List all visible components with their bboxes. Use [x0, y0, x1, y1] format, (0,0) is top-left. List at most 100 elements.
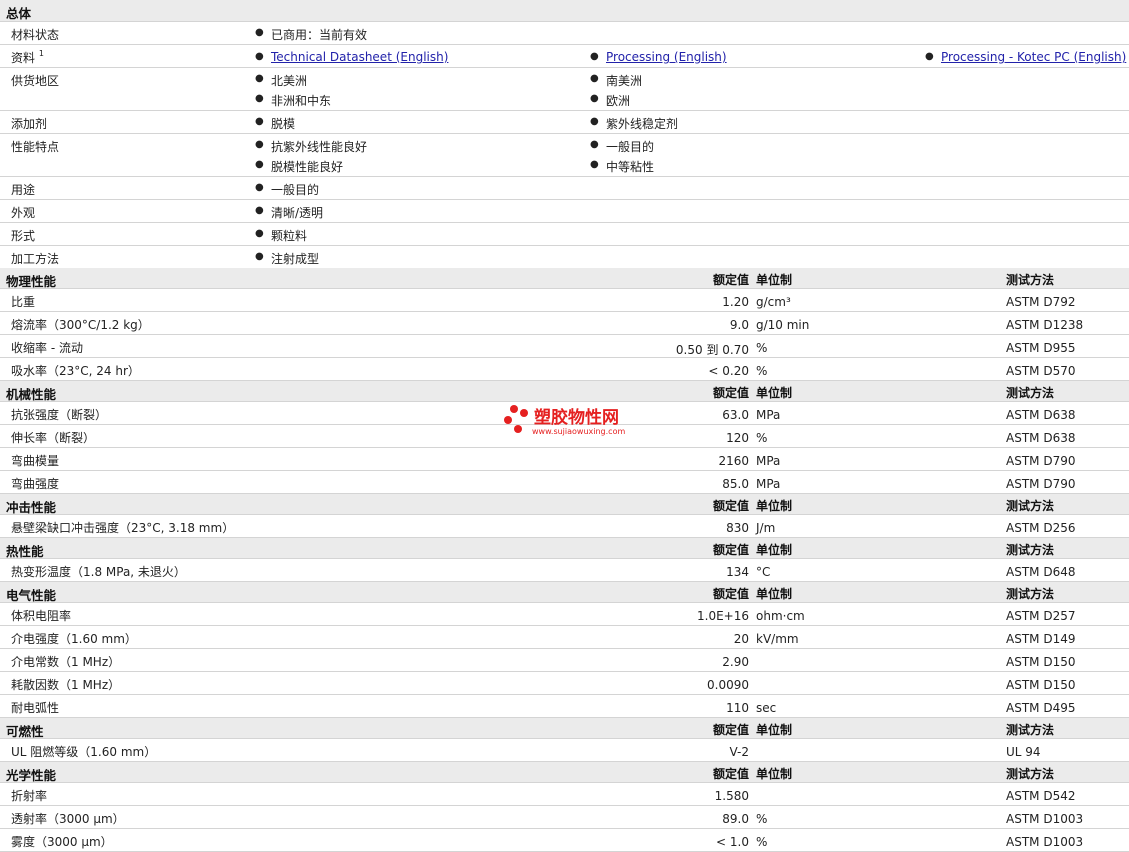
column-header-unit: 单位制 — [756, 587, 793, 601]
property-name: 比重 — [11, 295, 36, 309]
bullet-icon: ● — [590, 51, 599, 62]
property-unit: °C — [756, 565, 771, 579]
column-header-method: 测试方法 — [1006, 543, 1055, 557]
property-name: 熔流率（300°C/1.2 kg） — [11, 318, 150, 332]
property-value: 63.0 — [722, 408, 749, 422]
test-method: ASTM D495 — [1006, 701, 1076, 715]
property-name: 热变形温度（1.8 MPa, 未退火） — [11, 565, 186, 579]
column-header-value: 额定值 — [712, 587, 749, 601]
list-item: ● 颗粒料 — [255, 228, 308, 243]
column-header-unit: 单位制 — [756, 499, 793, 513]
property-name: 收缩率 - 流动 — [11, 341, 83, 355]
property-unit: % — [756, 835, 768, 849]
appearance-label: 外观 — [11, 206, 36, 220]
appearance-row: 外观 ● 清晰/透明 — [0, 200, 1129, 223]
property-value: 85.0 — [722, 477, 749, 491]
property-name: 吸水率（23°C, 24 hr） — [11, 364, 140, 378]
column-header-method: 测试方法 — [1006, 273, 1055, 287]
table-row: 弯曲模量 2160 MPa ASTM D790 — [0, 448, 1129, 471]
list-item: ● 清晰/透明 — [255, 205, 324, 220]
property-unit: MPa — [756, 454, 781, 468]
property-name: 耐电弧性 — [11, 701, 60, 715]
section-header: 机械性能 额定值 单位制 测试方法 — [0, 381, 1129, 402]
property-unit: % — [756, 364, 768, 378]
table-row: 热变形温度（1.8 MPa, 未退火） 134 °C ASTM D648 — [0, 559, 1129, 582]
property-value: 20 — [733, 632, 749, 646]
test-method: ASTM D150 — [1006, 655, 1076, 669]
table-row: 吸水率（23°C, 24 hr） < 0.20% ASTM D570 — [0, 358, 1129, 381]
property-value: 2160 — [718, 454, 749, 468]
bullet-icon: ● — [255, 51, 264, 62]
bullet-icon: ● — [255, 159, 264, 170]
status-row: 材料状态 ● 已商用：当前有效 — [0, 22, 1129, 45]
property-name: 悬壁梁缺口冲击强度（23°C, 3.18 mm） — [11, 521, 235, 535]
table-row: 比重 1.20 g/cm³ ASTM D792 — [0, 289, 1129, 312]
list-item: ● 已商用：当前有效 — [255, 27, 368, 42]
list-item: ● Processing (English) — [590, 50, 727, 64]
technical-datasheet-link[interactable]: Technical Datasheet (English) — [271, 50, 448, 64]
bullet-icon: ● — [255, 182, 264, 193]
column-header-unit: 单位制 — [756, 273, 793, 287]
bullet-icon: ● — [255, 73, 264, 84]
table-row: 悬壁梁缺口冲击强度（23°C, 3.18 mm） 830 J/m ASTM D256 — [0, 515, 1129, 538]
property-name: 折射率 — [11, 789, 48, 803]
table-row: 介电强度（1.60 mm） 20 kV/mm ASTM D149 — [0, 626, 1129, 649]
table-row: 耐电弧性 110 sec ASTM D495 — [0, 695, 1129, 718]
watermark-logo: 塑胶物性网 www.sujiaowuxing.com — [502, 403, 632, 443]
column-header-value: 额定值 — [712, 767, 749, 781]
property-name: 弯曲强度 — [11, 477, 60, 491]
property-value: < 1.0 — [716, 835, 749, 849]
property-name: 透射率（3000 µm） — [11, 812, 125, 826]
section-title: 光学性能 — [6, 768, 57, 783]
bullet-icon: ● — [590, 139, 599, 150]
processing-kotec-link[interactable]: Processing - Kotec PC (English) — [941, 50, 1126, 64]
section-title: 可燃性 — [6, 724, 44, 739]
column-header-unit: 单位制 — [756, 386, 793, 400]
table-row: 介电常数（1 MHz） 2.90 ASTM D150 — [0, 649, 1129, 672]
column-header-unit: 单位制 — [756, 543, 793, 557]
regions-label: 供货地区 — [11, 74, 60, 88]
test-method: ASTM D150 — [1006, 678, 1076, 692]
list-item: ● 脱模性能良好 — [255, 159, 344, 174]
list-item: ● 抗紫外线性能良好 — [255, 139, 368, 154]
test-method: ASTM D149 — [1006, 632, 1076, 646]
column-header-method: 测试方法 — [1006, 723, 1055, 737]
column-header-method: 测试方法 — [1006, 499, 1055, 513]
processing-link[interactable]: Processing (English) — [606, 50, 727, 64]
docs-label: 资料 1 — [11, 49, 44, 65]
bullet-icon: ● — [590, 116, 599, 127]
table-row: 耗散因数（1 MHz） 0.0090 ASTM D150 — [0, 672, 1129, 695]
property-value: V-2 — [729, 745, 749, 759]
test-method: ASTM D1003 — [1006, 812, 1084, 826]
watermark-url: www.sujiaowuxing.com — [532, 427, 626, 436]
column-header-unit: 单位制 — [756, 767, 793, 781]
table-row: UL 阻燃等级（1.60 mm） V-2 UL 94 — [0, 739, 1129, 762]
bullet-icon: ● — [255, 228, 264, 239]
bullet-icon: ● — [255, 139, 264, 150]
column-header-value: 额定值 — [712, 723, 749, 737]
regions-row: 供货地区 ● 北美洲 ● 南美洲 ● 非洲和中东 ● 欧洲 — [0, 68, 1129, 111]
property-value: 2.90 — [722, 655, 749, 669]
section-title: 机械性能 — [6, 387, 57, 402]
column-header-value: 额定值 — [712, 543, 749, 557]
table-row: 透射率（3000 µm） 89.0% ASTM D1003 — [0, 806, 1129, 829]
bullet-icon: ● — [925, 51, 934, 62]
table-row: 弯曲强度 85.0 MPa ASTM D790 — [0, 471, 1129, 494]
test-method: ASTM D257 — [1006, 609, 1076, 623]
section-header-general: 总体 — [0, 0, 1129, 22]
section-header: 热性能 额定值 单位制 测试方法 — [0, 538, 1129, 559]
uses-row: 用途 ● 一般目的 — [0, 177, 1129, 200]
bullet-icon: ● — [255, 205, 264, 216]
property-value: < 0.20 — [708, 364, 749, 378]
property-unit: % — [756, 431, 768, 445]
column-header-unit: 单位制 — [756, 723, 793, 737]
section-title: 物理性能 — [6, 274, 57, 289]
property-name: UL 阻燃等级（1.60 mm） — [11, 745, 157, 759]
section-header: 光学性能 额定值 单位制 测试方法 — [0, 762, 1129, 783]
list-item: ● 脱模 — [255, 116, 296, 131]
bullet-icon: ● — [590, 93, 599, 104]
property-value: 89.0 — [722, 812, 749, 826]
test-method: ASTM D638 — [1006, 431, 1076, 445]
section-title: 总体 — [6, 6, 32, 21]
property-value: 120 — [726, 431, 749, 445]
